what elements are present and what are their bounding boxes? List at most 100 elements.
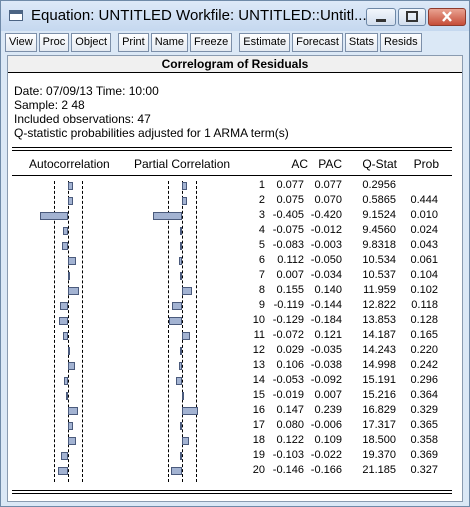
- qstat-cell: 14.998: [362, 359, 396, 371]
- window-icon: [9, 10, 23, 21]
- ac-bar: [68, 362, 76, 370]
- stats-button[interactable]: Stats: [344, 33, 378, 52]
- resids-button[interactable]: Resids: [379, 33, 422, 52]
- estimate-button[interactable]: Estimate: [239, 33, 291, 52]
- date-line: Date: 07/09/13 Time: 10:00: [14, 84, 159, 98]
- print-button[interactable]: Print: [118, 33, 149, 52]
- lag-cell: 8: [258, 284, 265, 296]
- qstat-cell: 15.191: [362, 374, 396, 386]
- lag-cell: 4: [258, 224, 265, 236]
- ac-bar: [62, 227, 68, 235]
- ac-cell: -0.146: [272, 464, 304, 476]
- qstat-header: Q-Stat: [362, 157, 397, 171]
- lag-cell: 1: [258, 179, 265, 191]
- ac-cell: -0.072: [272, 329, 304, 341]
- pac-cell: -0.050: [310, 254, 342, 266]
- observations-line: Included observations: 47: [14, 112, 151, 126]
- header-rule-bottom: [12, 175, 452, 176]
- lag-cell: 20: [252, 464, 265, 476]
- ac-cell: -0.083: [272, 239, 304, 251]
- ac-cell: -0.053: [272, 374, 304, 386]
- prob-cell: 0.364: [410, 389, 438, 401]
- pac-cell: -0.012: [310, 224, 342, 236]
- ac-cell: -0.119: [273, 299, 304, 311]
- lag-cell: 14: [252, 374, 265, 386]
- pac-bar: [182, 197, 187, 205]
- pac-cell: -0.003: [310, 239, 342, 251]
- pac-upper-bound-line: [196, 181, 197, 482]
- prob-cell: 0.010: [410, 209, 438, 221]
- ac-bar: [63, 332, 68, 340]
- ac-bar: [59, 317, 68, 325]
- pac-bar: [175, 377, 182, 385]
- name-button[interactable]: Name: [150, 33, 189, 52]
- maximize-button[interactable]: [398, 8, 426, 26]
- ac-bar: [68, 407, 78, 415]
- view-button[interactable]: View: [5, 33, 37, 52]
- freeze-button[interactable]: Freeze: [190, 33, 233, 52]
- qstat-cell: 21.185: [362, 464, 396, 476]
- ac-bar: [60, 452, 68, 460]
- pac-cell: -0.184: [310, 314, 342, 326]
- forecast-button[interactable]: Forecast: [292, 33, 343, 52]
- view-title: Correlogram of Residuals: [8, 56, 462, 73]
- ac-cell: 0.122: [276, 434, 304, 446]
- qstat-cell: 10.537: [362, 269, 396, 281]
- sample-line: Sample: 2 48: [14, 98, 85, 112]
- title-bar[interactable]: Equation: UNTITLED Workfile: UNTITLED::U…: [1, 1, 469, 31]
- pac-bar: [182, 182, 188, 190]
- lag-cell: 9: [258, 299, 265, 311]
- qstat-cell: 0.2956: [362, 179, 396, 191]
- ac-bar: [66, 392, 68, 400]
- ac-bar: [68, 287, 79, 295]
- maximize-icon: [406, 11, 418, 22]
- ac-cell: -0.103: [272, 449, 304, 461]
- autocorrelation-header: Autocorrelation: [29, 157, 110, 171]
- minimize-button[interactable]: [366, 8, 396, 26]
- qstat-cell: 12.822: [362, 299, 396, 311]
- pac-cell: -0.092: [310, 374, 342, 386]
- qstat-cell: 11.959: [363, 284, 396, 296]
- lag-cell: 2: [258, 194, 265, 206]
- pac-bar: [182, 332, 191, 340]
- pac-cell: -0.006: [310, 419, 342, 431]
- ac-bar: [68, 182, 74, 190]
- lag-cell: 15: [252, 389, 265, 401]
- qstat-cell: 19.370: [362, 449, 396, 461]
- ac-lower-bound-line: [54, 181, 55, 482]
- prob-cell: 0.369: [410, 449, 438, 461]
- ac-bar: [40, 212, 68, 220]
- lag-cell: 11: [253, 329, 265, 341]
- pac-lower-bound-line: [168, 181, 169, 482]
- ac-bar: [68, 347, 70, 355]
- prob-cell: 0.329: [410, 404, 438, 416]
- qstat-cell: 10.534: [362, 254, 396, 266]
- lag-cell: 13: [252, 359, 265, 371]
- ac-bar: [68, 197, 74, 205]
- qstat-note-line: Q-statistic probabilities adjusted for 1…: [14, 126, 289, 140]
- ac-cell: 0.112: [277, 254, 304, 266]
- qstat-cell: 15.216: [362, 389, 396, 401]
- ac-cell: 0.077: [276, 179, 304, 191]
- toolbar-separator: [113, 33, 116, 53]
- pac-bar: [179, 347, 182, 355]
- ac-upper-bound-line: [82, 181, 83, 482]
- ac-bar: [68, 422, 74, 430]
- qstat-cell: 0.5865: [362, 194, 396, 206]
- pac-cell: -0.035: [310, 344, 342, 356]
- ac-bar: [58, 467, 68, 475]
- ac-cell: 0.080: [276, 419, 304, 431]
- pac-bar: [182, 287, 192, 295]
- proc-button[interactable]: Proc: [38, 33, 70, 52]
- ac-header: AC: [291, 157, 308, 171]
- ac-cell: 0.155: [276, 284, 304, 296]
- prob-cell: 0.220: [410, 344, 438, 356]
- qstat-cell: 9.8318: [362, 239, 396, 251]
- pac-bar: [172, 302, 182, 310]
- pac-bar: [179, 362, 182, 370]
- close-button[interactable]: [428, 8, 466, 26]
- prob-cell: 0.296: [410, 374, 438, 386]
- object-button[interactable]: Object: [71, 33, 112, 52]
- qstat-cell: 9.1524: [362, 209, 396, 221]
- header-rule-top: [12, 147, 452, 148]
